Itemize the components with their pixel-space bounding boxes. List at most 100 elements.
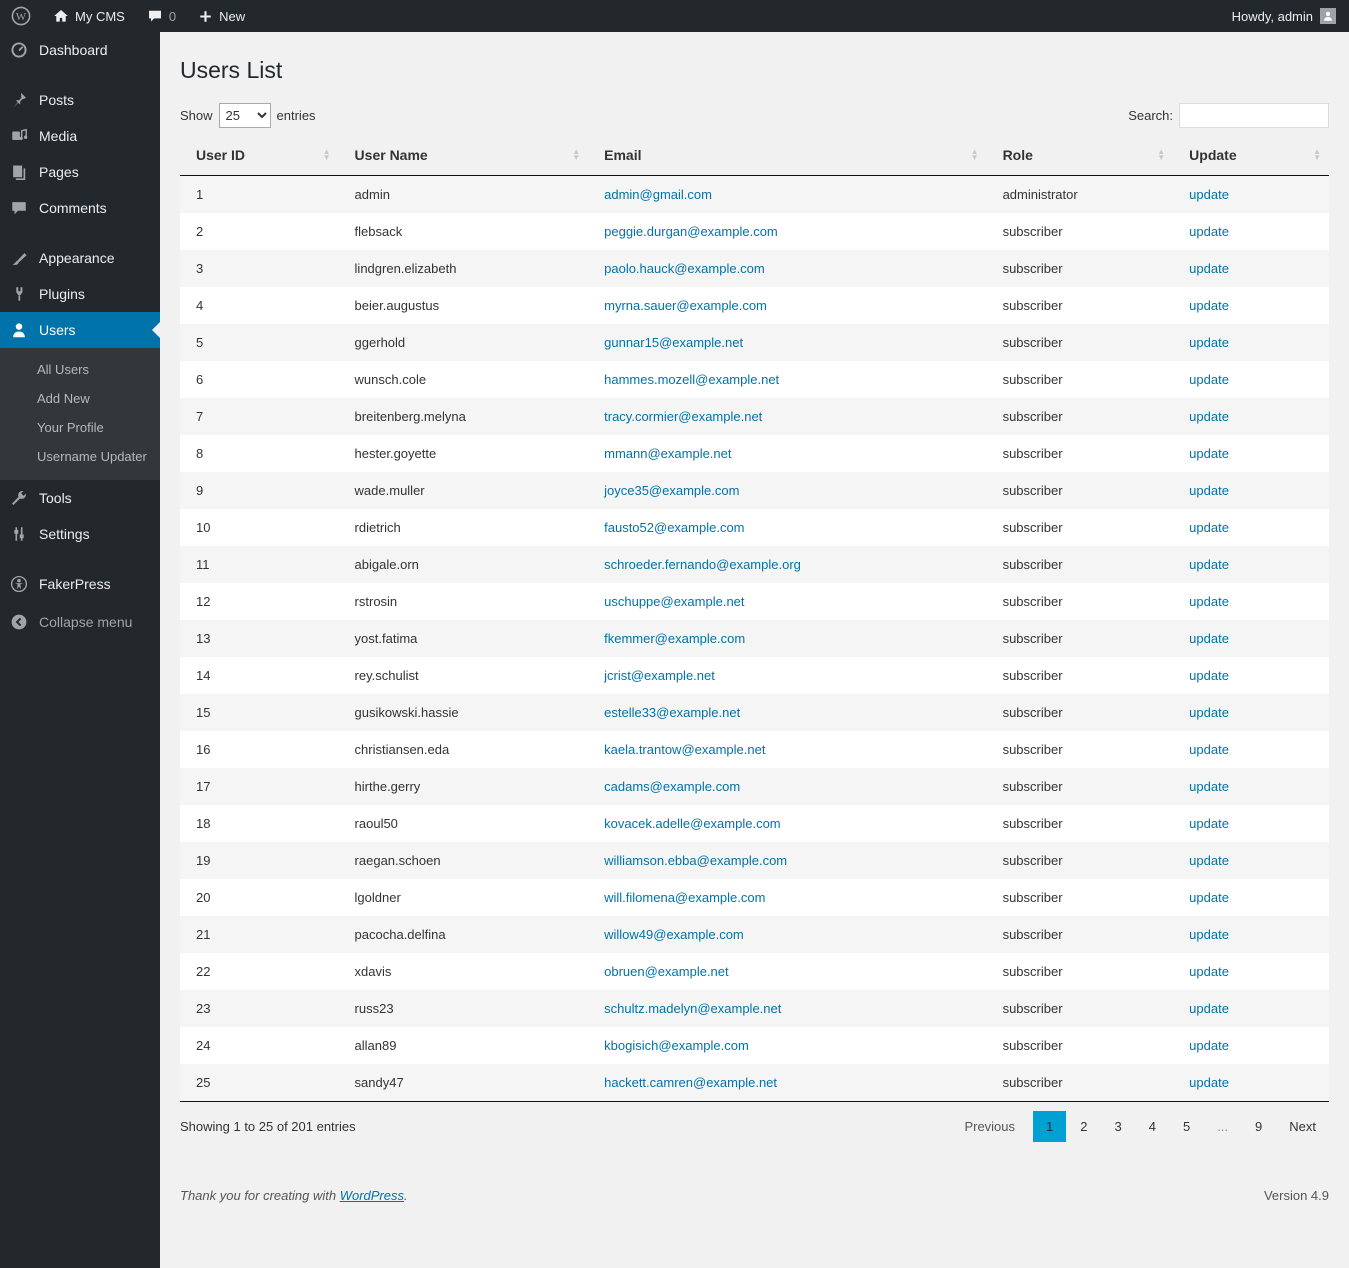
cell-email-value[interactable]: joyce35@example.com xyxy=(604,483,739,498)
submenu-username-updater[interactable]: Username Updater xyxy=(0,442,160,471)
cell-update-value[interactable]: update xyxy=(1189,927,1229,942)
pagination-page-2[interactable]: 2 xyxy=(1067,1111,1100,1142)
cell-update-value[interactable]: update xyxy=(1189,1075,1229,1090)
cell-email-value[interactable]: paolo.hauck@example.com xyxy=(604,261,765,276)
column-header-update[interactable]: Update ▲ ▼ xyxy=(1173,135,1329,176)
pagination-page-9[interactable]: 9 xyxy=(1242,1111,1275,1142)
cell-email-value[interactable]: estelle33@example.net xyxy=(604,705,740,720)
sidebar-item-media[interactable]: Media xyxy=(0,118,160,154)
thanks-suffix: . xyxy=(404,1188,408,1203)
cell-update-value[interactable]: update xyxy=(1189,779,1229,794)
new-content-button[interactable]: New xyxy=(187,0,256,32)
cell-email-value[interactable]: uschuppe@example.net xyxy=(604,594,744,609)
cell-email-value[interactable]: cadams@example.com xyxy=(604,779,740,794)
cell-email-value[interactable]: jcrist@example.net xyxy=(604,668,715,683)
column-header-user-name[interactable]: User Name ▲ ▼ xyxy=(338,135,589,176)
table-row: 15 gusikowski.hassie estelle33@example.net… xyxy=(180,694,1329,731)
cell-email-value[interactable]: fkemmer@example.com xyxy=(604,631,745,646)
cell-update-value[interactable]: update xyxy=(1189,261,1229,276)
cell-email-value[interactable]: obruen@example.net xyxy=(604,964,729,979)
account-menu[interactable]: Howdy, admin xyxy=(1219,8,1349,24)
cell-update-value[interactable]: update xyxy=(1189,1038,1229,1053)
cell-update: update xyxy=(1173,768,1329,805)
column-label: Update xyxy=(1189,147,1237,163)
sidebar-item-users[interactable]: Users xyxy=(0,312,160,348)
cell-email-value[interactable]: myrna.sauer@example.com xyxy=(604,298,767,313)
submenu-add-new[interactable]: Add New xyxy=(0,384,160,413)
pagination-page-1[interactable]: 1 xyxy=(1033,1111,1067,1142)
column-header-user-id[interactable]: User ID ▲ ▼ xyxy=(180,135,339,176)
cell-email-value[interactable]: kbogisich@example.com xyxy=(604,1038,749,1053)
sidebar-item-posts[interactable]: Posts xyxy=(0,82,160,118)
sidebar-item-pages[interactable]: Pages xyxy=(0,154,160,190)
wordpress-logo-icon[interactable]: W xyxy=(0,0,42,32)
cell-update-value[interactable]: update xyxy=(1189,964,1229,979)
sidebar-item-fakerpress[interactable]: FakerPress xyxy=(0,566,160,602)
sidebar-item-tools[interactable]: Tools xyxy=(0,480,160,516)
collapse-menu-button[interactable]: Collapse menu xyxy=(0,604,160,640)
sidebar-item-settings[interactable]: Settings xyxy=(0,516,160,552)
cell-email-value[interactable]: gunnar15@example.net xyxy=(604,335,743,350)
cell-user-id-value: 22 xyxy=(196,964,211,979)
table-row: 8 hester.goyette mmann@example.net subscrib… xyxy=(180,435,1329,472)
cell-update-value[interactable]: update xyxy=(1189,742,1229,757)
table-row: 16 christiansen.eda kaela.trantow@example.… xyxy=(180,731,1329,768)
pagination-page-3[interactable]: 3 xyxy=(1101,1111,1134,1142)
cell-username-value: abigale.orn xyxy=(354,557,419,572)
cell-update-value[interactable]: update xyxy=(1189,668,1229,683)
pagination-previous[interactable]: Previous xyxy=(951,1111,1028,1142)
cell-email-value[interactable]: peggie.durgan@example.com xyxy=(604,224,778,239)
cell-user-id-value: 21 xyxy=(196,927,211,942)
cell-update-value[interactable]: update xyxy=(1189,1001,1229,1016)
cell-email-value[interactable]: fausto52@example.com xyxy=(604,520,744,535)
cell-email-value[interactable]: tracy.cormier@example.net xyxy=(604,409,762,424)
cell-update-value[interactable]: update xyxy=(1189,890,1229,905)
cell-update-value[interactable]: update xyxy=(1189,853,1229,868)
cell-update-value[interactable]: update xyxy=(1189,631,1229,646)
cell-email-value[interactable]: admin@gmail.com xyxy=(604,187,712,202)
cell-update-value[interactable]: update xyxy=(1189,816,1229,831)
cell-email-value[interactable]: williamson.ebba@example.com xyxy=(604,853,787,868)
cell-update-value[interactable]: update xyxy=(1189,705,1229,720)
sidebar-item-plugins[interactable]: Plugins xyxy=(0,276,160,312)
cell-email-value[interactable]: willow49@example.com xyxy=(604,927,744,942)
pagination-page-5[interactable]: 5 xyxy=(1170,1111,1203,1142)
cell-update: update xyxy=(1173,805,1329,842)
cell-update-value[interactable]: update xyxy=(1189,520,1229,535)
column-header-email[interactable]: Email ▲ ▼ xyxy=(588,135,987,176)
cell-role-value: subscriber xyxy=(1002,520,1063,535)
page-size-select[interactable]: 25 xyxy=(218,103,271,128)
wordpress-link[interactable]: WordPress xyxy=(340,1188,404,1203)
cell-email-value[interactable]: schroeder.fernando@example.org xyxy=(604,557,801,572)
site-name-link[interactable]: My CMS xyxy=(42,0,136,32)
pagination-page-4[interactable]: 4 xyxy=(1136,1111,1169,1142)
comments-bubble-button[interactable]: 0 xyxy=(136,0,187,32)
cell-update-value[interactable]: update xyxy=(1189,372,1229,387)
cell-email-value[interactable]: kovacek.adelle@example.com xyxy=(604,816,781,831)
submenu-your-profile[interactable]: Your Profile xyxy=(0,413,160,442)
sidebar-item-comments[interactable]: Comments xyxy=(0,190,160,226)
cell-email-value[interactable]: kaela.trantow@example.net xyxy=(604,742,765,757)
cell-email-value[interactable]: hackett.camren@example.net xyxy=(604,1075,777,1090)
cell-email-value[interactable]: will.filomena@example.com xyxy=(604,890,765,905)
submenu-all-users[interactable]: All Users xyxy=(0,355,160,384)
cell-update-value[interactable]: update xyxy=(1189,335,1229,350)
cell-update-value[interactable]: update xyxy=(1189,557,1229,572)
cell-update-value[interactable]: update xyxy=(1189,446,1229,461)
sidebar-item-appearance[interactable]: Appearance xyxy=(0,240,160,276)
cell-update-value[interactable]: update xyxy=(1189,483,1229,498)
sidebar-item-dashboard[interactable]: Dashboard xyxy=(0,32,160,68)
cell-update-value[interactable]: update xyxy=(1189,594,1229,609)
cell-user-id: 23 xyxy=(180,990,339,1027)
cell-email-value[interactable]: mmann@example.net xyxy=(604,446,731,461)
footer-thanks: Thank you for creating with WordPress. xyxy=(180,1188,408,1203)
cell-update-value[interactable]: update xyxy=(1189,409,1229,424)
search-input[interactable] xyxy=(1179,103,1329,128)
cell-email-value[interactable]: hammes.mozell@example.net xyxy=(604,372,779,387)
cell-email-value[interactable]: schultz.madelyn@example.net xyxy=(604,1001,781,1016)
cell-update-value[interactable]: update xyxy=(1189,187,1229,202)
pagination-next[interactable]: Next xyxy=(1276,1111,1329,1142)
cell-update-value[interactable]: update xyxy=(1189,298,1229,313)
cell-update-value[interactable]: update xyxy=(1189,224,1229,239)
column-header-role[interactable]: Role ▲ ▼ xyxy=(986,135,1174,176)
